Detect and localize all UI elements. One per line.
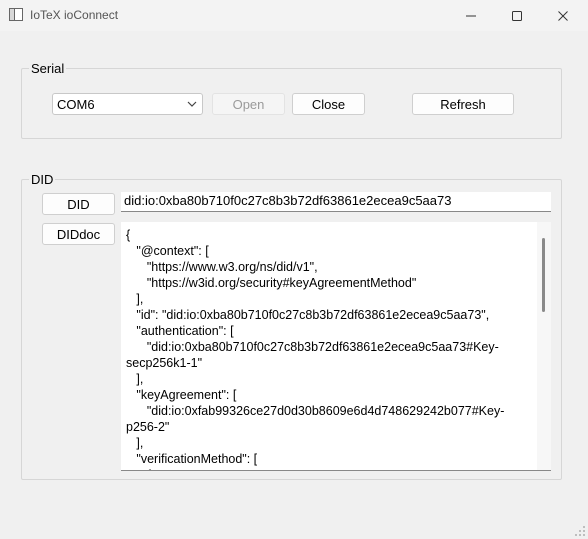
title-bar[interactable]: IoTeX ioConnect — [0, 0, 588, 31]
doc-line: "https://w3id.org/security#keyAgreementM… — [126, 276, 417, 290]
diddoc-scrollbar[interactable] — [537, 222, 551, 470]
maximize-icon — [512, 10, 522, 21]
doc-line: "did:io:0xba80b710f0c27c8b3b72df63861e2e… — [126, 340, 499, 354]
doc-line: "https://www.w3.org/ns/did/v1", — [126, 260, 318, 274]
doc-line: ], — [126, 372, 144, 386]
doc-line: ], — [126, 292, 144, 306]
refresh-button[interactable]: Refresh — [412, 93, 514, 115]
serial-group-title: Serial — [29, 61, 67, 76]
diddoc-button[interactable]: DIDdoc — [42, 223, 115, 245]
doc-line: "id": "did:io:0xba80b710f0c27c8b3b72df63… — [126, 308, 490, 322]
app-window-icon — [9, 8, 23, 21]
chevron-down-icon — [187, 101, 197, 107]
open-button[interactable]: Open — [212, 93, 285, 115]
maximize-button[interactable] — [494, 0, 540, 31]
doc-line: ], — [126, 436, 144, 450]
doc-line: { — [126, 467, 531, 470]
resize-grip-icon[interactable] — [574, 525, 586, 537]
doc-line: "verificationMethod": [ — [126, 452, 258, 466]
diddoc-content: { "@context": [ "https://www.w3.org/ns/d… — [126, 227, 531, 470]
diddoc-textarea[interactable]: { "@context": [ "https://www.w3.org/ns/d… — [121, 222, 551, 471]
did-button[interactable]: DID — [42, 193, 115, 215]
close-button[interactable]: Close — [292, 93, 365, 115]
close-window-button[interactable] — [540, 0, 586, 31]
window-title: IoTeX ioConnect — [30, 8, 119, 22]
did-input[interactable]: did:io:0xba80b710f0c27c8b3b72df63861e2ec… — [121, 192, 551, 212]
doc-line: "@context": [ — [126, 244, 209, 258]
doc-line: "authentication": [ — [126, 324, 234, 338]
serial-port-value: COM6 — [57, 97, 95, 112]
doc-line: { — [126, 228, 131, 242]
doc-line: p256-2" — [126, 420, 170, 434]
doc-line: "did:io:0xfab99326ce27d0d30b8609e6d4d748… — [126, 404, 505, 418]
scrollbar-thumb[interactable] — [542, 238, 545, 312]
doc-line: secp256k1-1" — [126, 356, 203, 370]
doc-line: "keyAgreement": [ — [126, 388, 237, 402]
minimize-icon — [466, 15, 476, 16]
serial-port-select[interactable]: COM6 — [52, 93, 203, 115]
close-icon — [558, 10, 568, 21]
minimize-button[interactable] — [448, 0, 494, 31]
did-group-title: DID — [29, 172, 56, 187]
